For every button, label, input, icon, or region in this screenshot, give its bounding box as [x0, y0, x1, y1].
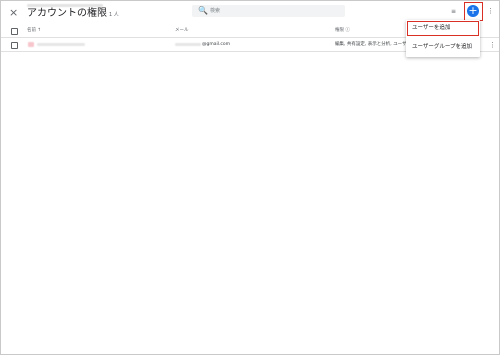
menu-item-add-user[interactable]: ユーザーを追加 — [407, 21, 479, 36]
search-icon: 🔍 — [198, 6, 208, 15]
user-role: 編集, 共有設定, 表示と分析, ユーザー管理 — [335, 42, 407, 47]
redacted-user-name — [37, 43, 85, 46]
column-email: メール — [175, 28, 189, 33]
column-role: 権限 ⓘ — [335, 28, 350, 33]
app-window: × アカウントの権限 1 人 🔍 検索 ≡ + ⋮ 名前 ↑ メール 権限 ⓘ @… — [0, 0, 500, 355]
page-title: アカウントの権限 1 人 — [27, 8, 119, 21]
user-email: @gmail.com — [202, 42, 231, 47]
more-icon[interactable]: ⋮ — [487, 7, 494, 15]
filter-icon[interactable]: ≡ — [451, 8, 456, 16]
add-icon[interactable]: + — [467, 5, 479, 17]
menu-item-add-user-group[interactable]: ユーザーグループを追加 — [407, 40, 479, 55]
column-name[interactable]: 名前 ↑ — [27, 25, 41, 37]
row-checkbox[interactable] — [11, 42, 18, 49]
redacted-email-local — [175, 43, 201, 46]
add-button-highlight: + — [464, 2, 483, 21]
add-dropdown-menu: ユーザーを追加 ユーザーグループを追加 — [406, 20, 480, 57]
user-count: 1 人 — [109, 12, 119, 18]
row-more-icon[interactable]: ⋮ — [489, 41, 496, 49]
search-input[interactable]: 🔍 検索 — [192, 5, 345, 17]
page-title-text: アカウントの権限 — [27, 8, 107, 19]
redacted-account-name — [27, 4, 103, 7]
close-icon[interactable]: × — [9, 7, 18, 19]
avatar — [28, 42, 34, 47]
select-all-checkbox[interactable] — [11, 28, 18, 35]
search-placeholder: 検索 — [210, 8, 221, 14]
